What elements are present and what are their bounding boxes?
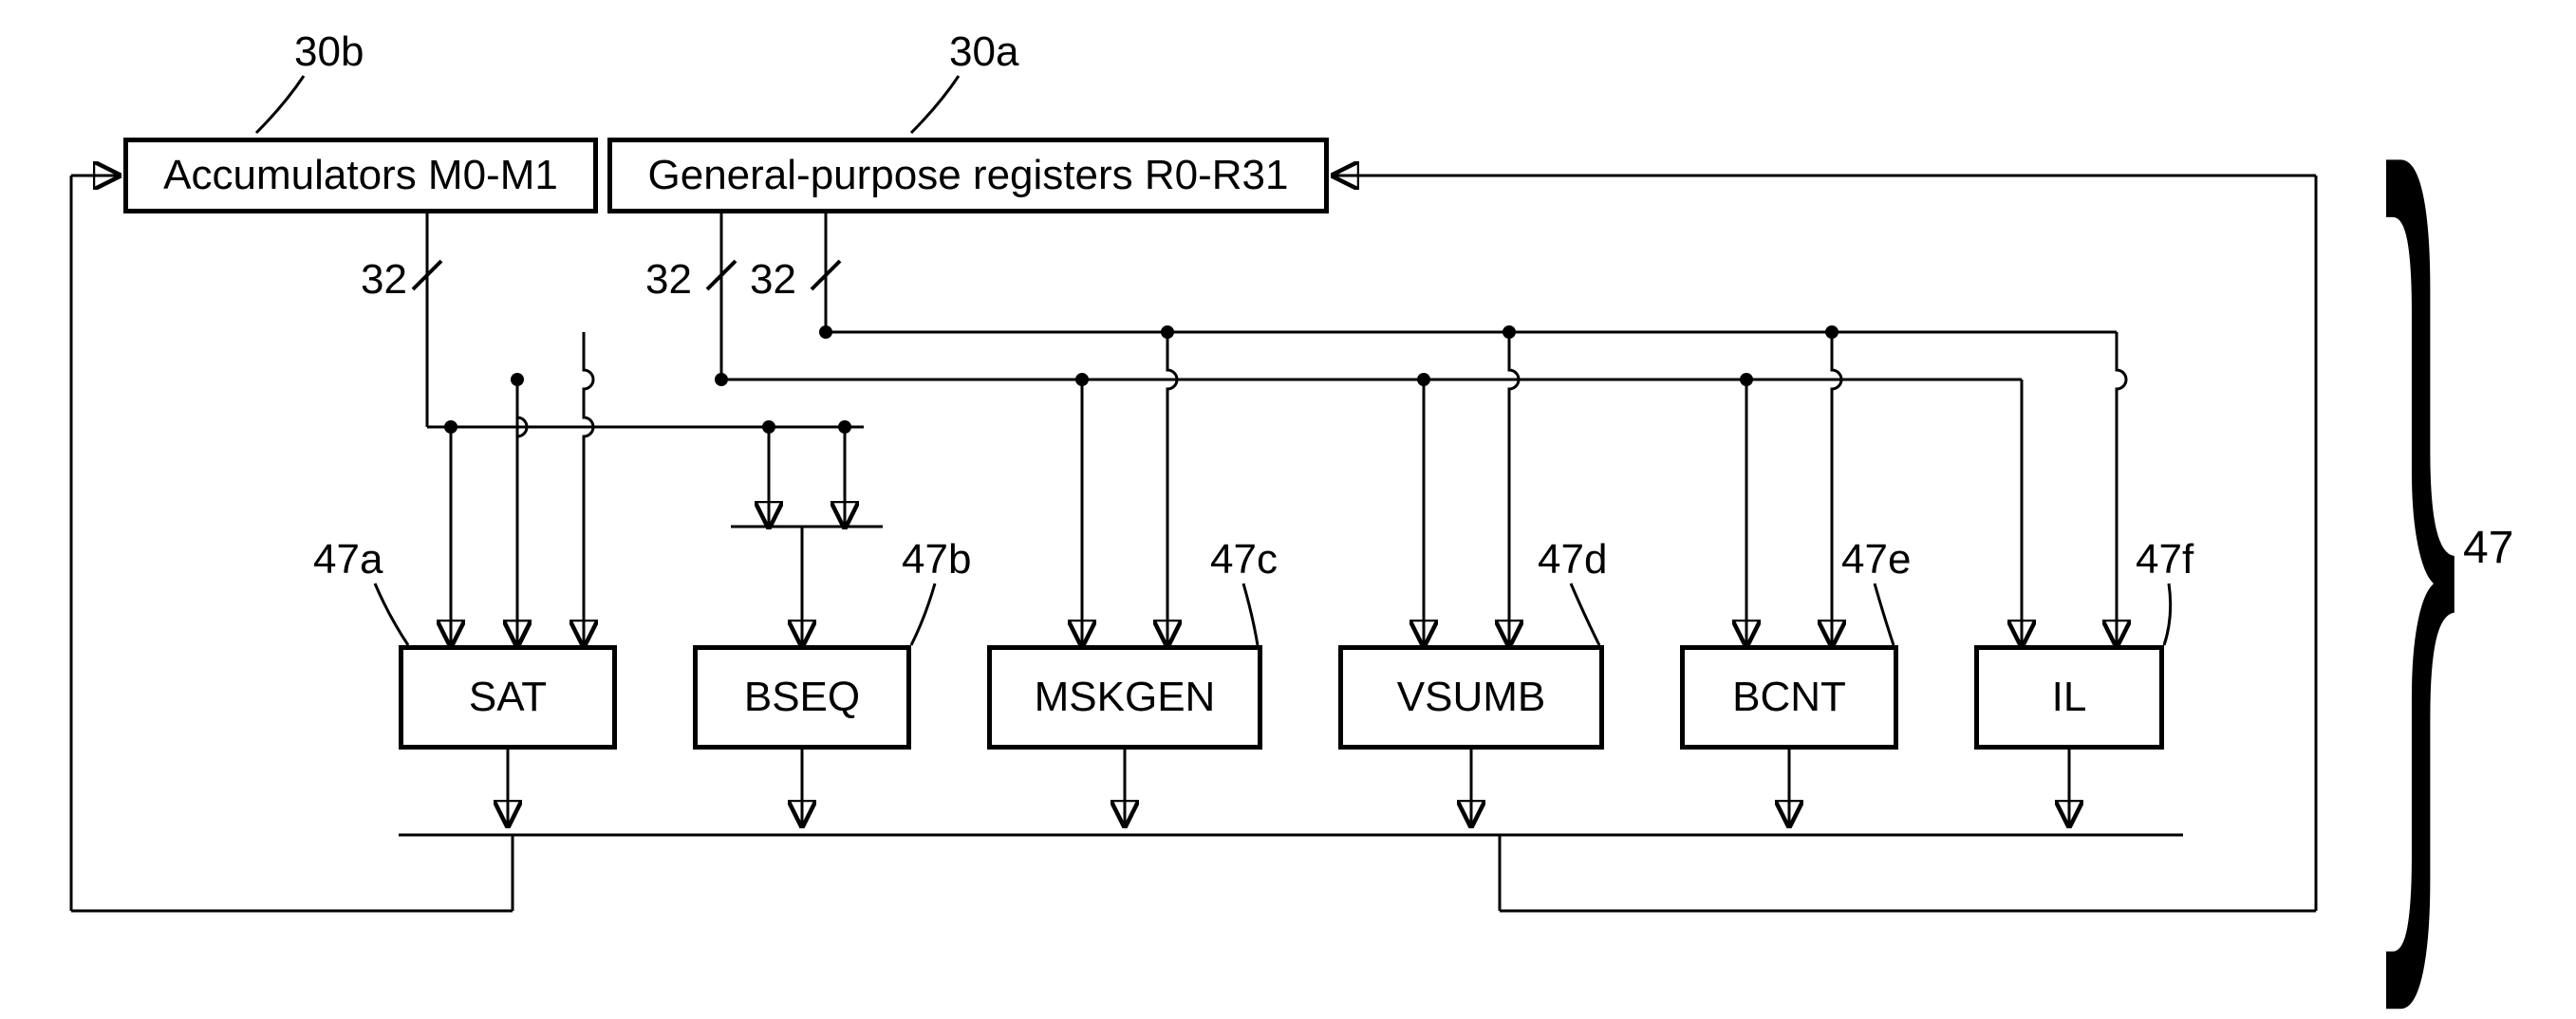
bus-width-1: 32 bbox=[361, 256, 407, 304]
ref-label-il: 47f bbox=[2136, 536, 2193, 584]
il-text: IL bbox=[2052, 674, 2087, 721]
leader-30b bbox=[256, 76, 304, 133]
bus-width-3: 32 bbox=[750, 256, 796, 304]
gpr-block: General-purpose registers R0-R31 bbox=[607, 138, 1329, 213]
sat-text: SAT bbox=[469, 674, 547, 721]
ref-label-bseq: 47b bbox=[902, 536, 971, 584]
bseq-text: BSEQ bbox=[744, 674, 860, 721]
ref-label-group: 47 bbox=[2463, 522, 2513, 574]
sat-block: SAT bbox=[399, 645, 617, 750]
brace-icon: } bbox=[2382, 95, 2458, 915]
bseq-block: BSEQ bbox=[693, 645, 911, 750]
bcnt-block: BCNT bbox=[1680, 645, 1898, 750]
accumulators-text: Accumulators M0-M1 bbox=[163, 152, 558, 199]
vsumb-text: VSUMB bbox=[1397, 674, 1545, 721]
accumulators-block: Accumulators M0-M1 bbox=[123, 138, 598, 213]
leader-30a bbox=[911, 76, 959, 133]
mskgen-block: MSKGEN bbox=[987, 645, 1262, 750]
ref-label-vsumb: 47d bbox=[1538, 536, 1607, 584]
ref-label-mskgen: 47c bbox=[1210, 536, 1278, 584]
bcnt-text: BCNT bbox=[1732, 674, 1846, 721]
ref-label-bcnt: 47e bbox=[1841, 536, 1911, 584]
vsumb-block: VSUMB bbox=[1338, 645, 1604, 750]
mskgen-text: MSKGEN bbox=[1035, 674, 1216, 721]
il-block: IL bbox=[1974, 645, 2164, 750]
gpr-text: General-purpose registers R0-R31 bbox=[648, 152, 1289, 199]
ref-label-gpr: 30a bbox=[949, 28, 1018, 76]
ref-label-accumulators: 30b bbox=[294, 28, 364, 76]
bus-width-2: 32 bbox=[645, 256, 692, 304]
ref-label-sat: 47a bbox=[313, 536, 383, 584]
